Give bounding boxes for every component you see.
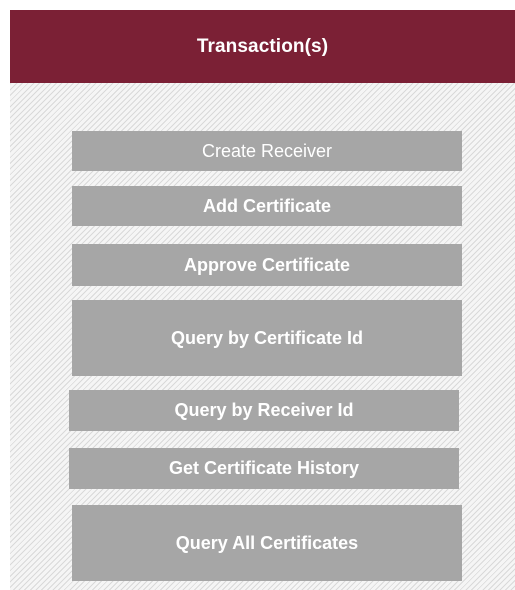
query-by-certificate-id-button[interactable]: Query by Certificate Id <box>72 300 462 376</box>
query-by-receiver-id-button[interactable]: Query by Receiver Id <box>69 390 459 431</box>
panel-title: Transaction(s) <box>196 35 329 57</box>
approve-certificate-button[interactable]: Approve Certificate <box>72 244 462 286</box>
query-all-certificates-button[interactable]: Query All Certificates <box>72 505 462 581</box>
add-certificate-button[interactable]: Add Certificate <box>72 186 462 226</box>
panel-header: Transaction(s) <box>10 10 515 83</box>
get-certificate-history-button[interactable]: Get Certificate History <box>69 448 459 489</box>
create-receiver-button[interactable]: Create Receiver <box>72 131 462 171</box>
